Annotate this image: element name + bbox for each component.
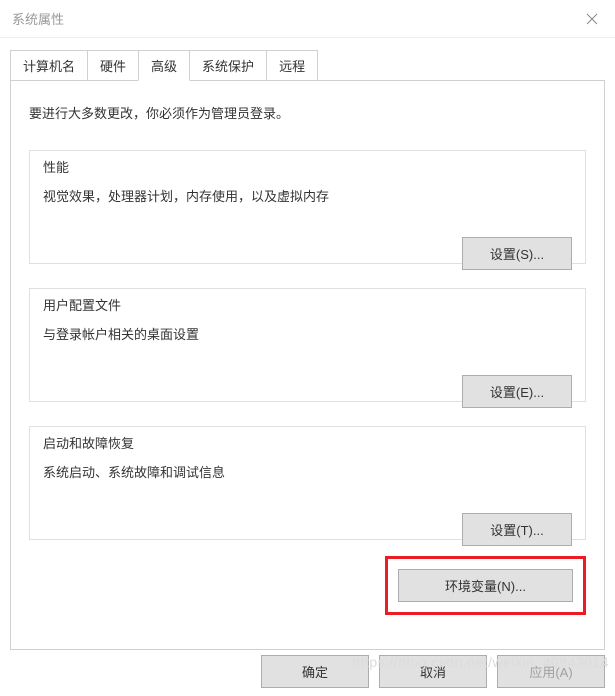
dialog-content: 计算机名 硬件 高级 系统保护 远程 要进行大多数更改，你必须作为管理员登录。 …: [0, 38, 615, 650]
tab-computer-name[interactable]: 计算机名: [10, 50, 88, 81]
dialog-buttons: 确定 取消 应用(A): [261, 655, 605, 688]
tab-advanced[interactable]: 高级: [138, 50, 190, 81]
user-profiles-desc: 与登录帐户相关的桌面设置: [43, 324, 572, 343]
apply-button[interactable]: 应用(A): [497, 655, 605, 688]
admin-notice: 要进行大多数更改，你必须作为管理员登录。: [29, 103, 586, 122]
window-title: 系统属性: [12, 9, 64, 28]
cancel-button[interactable]: 取消: [379, 655, 487, 688]
group-label-performance: 性能: [39, 157, 73, 176]
group-label-startup: 启动和故障恢复: [39, 433, 138, 452]
performance-desc: 视觉效果，处理器计划，内存使用，以及虚拟内存: [43, 186, 572, 205]
close-button[interactable]: [569, 0, 615, 38]
performance-settings-button[interactable]: 设置(S)...: [462, 237, 572, 270]
user-profiles-settings-button[interactable]: 设置(E)...: [462, 375, 572, 408]
group-performance: 性能 视觉效果，处理器计划，内存使用，以及虚拟内存 设置(S)...: [29, 142, 586, 264]
env-var-row: 环境变量(N)...: [29, 556, 586, 615]
tab-panel-advanced: 要进行大多数更改，你必须作为管理员登录。 性能 视觉效果，处理器计划，内存使用，…: [10, 80, 605, 650]
ok-button[interactable]: 确定: [261, 655, 369, 688]
close-icon: [586, 13, 598, 25]
startup-desc: 系统启动、系统故障和调试信息: [43, 462, 572, 481]
tab-remote[interactable]: 远程: [266, 50, 318, 81]
tab-hardware[interactable]: 硬件: [87, 50, 139, 81]
tab-strip: 计算机名 硬件 高级 系统保护 远程: [10, 50, 605, 81]
env-var-highlight: 环境变量(N)...: [385, 556, 586, 615]
startup-settings-button[interactable]: 设置(T)...: [462, 513, 572, 546]
group-user-profiles: 用户配置文件 与登录帐户相关的桌面设置 设置(E)...: [29, 280, 586, 402]
group-label-user-profiles: 用户配置文件: [39, 295, 125, 314]
group-startup-recovery: 启动和故障恢复 系统启动、系统故障和调试信息 设置(T)...: [29, 418, 586, 540]
environment-variables-button[interactable]: 环境变量(N)...: [398, 569, 573, 602]
tab-system-protection[interactable]: 系统保护: [189, 50, 267, 81]
titlebar: 系统属性: [0, 0, 615, 38]
